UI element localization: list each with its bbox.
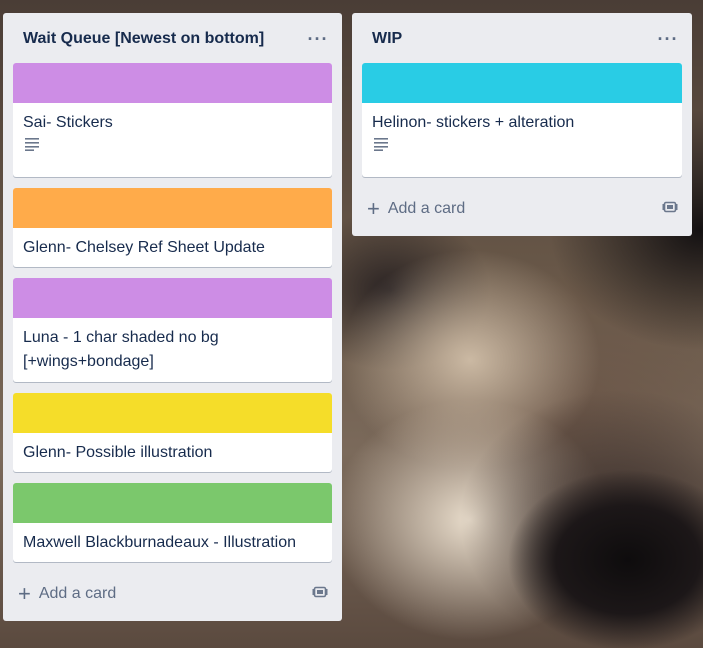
card-label-cover (362, 63, 682, 103)
add-card-button[interactable]: + Add a card (362, 191, 682, 227)
card[interactable]: Glenn- Possible illustration (13, 393, 332, 472)
card[interactable]: Sai- Stickers (13, 63, 332, 177)
add-card-button[interactable]: + Add a card (13, 576, 332, 612)
card[interactable]: Maxwell Blackburnadeaux - Illustration (13, 483, 332, 562)
list-wip: WIP ··· Helinon- stickers + alteration +… (352, 13, 692, 236)
card-title: Glenn- Possible illustration (23, 444, 213, 461)
list-header: Wait Queue [Newest on bottom] ··· (3, 13, 342, 65)
card-label-cover (13, 188, 332, 228)
card-title: Maxwell Blackburnadeaux - Illustration (23, 534, 297, 551)
card-template-icon[interactable] (662, 199, 682, 220)
card-label-cover (13, 63, 332, 103)
card-title: Sai- Stickers (23, 114, 113, 131)
card-title: Glenn- Chelsey Ref Sheet Update (23, 239, 265, 256)
card[interactable]: Helinon- stickers + alteration (362, 63, 682, 177)
list-header: WIP ··· (352, 13, 692, 65)
description-icon (362, 135, 682, 157)
description-icon (13, 135, 332, 157)
plus-icon: + (18, 581, 31, 606)
card-label-cover (13, 483, 332, 523)
card-template-icon[interactable] (312, 584, 332, 605)
more-icon[interactable]: ··· (304, 29, 332, 49)
card[interactable]: Glenn- Chelsey Ref Sheet Update (13, 188, 332, 267)
list-title[interactable]: Wait Queue [Newest on bottom] (13, 30, 264, 48)
plus-icon: + (367, 196, 380, 221)
list-wait-queue: Wait Queue [Newest on bottom] ··· Sai- S… (3, 13, 342, 621)
add-card-label: Add a card (387, 200, 466, 217)
add-card-label: Add a card (38, 585, 117, 602)
card-label-cover (13, 278, 332, 318)
list-title[interactable]: WIP (362, 30, 402, 48)
card[interactable]: Luna - 1 char shaded no bg [+wings+bonda… (13, 278, 332, 382)
more-icon[interactable]: ··· (654, 29, 682, 49)
card-title: Helinon- stickers + alteration (372, 114, 575, 131)
card-label-cover (13, 393, 332, 433)
card-title: Luna - 1 char shaded no bg [+wings+bonda… (23, 329, 219, 370)
